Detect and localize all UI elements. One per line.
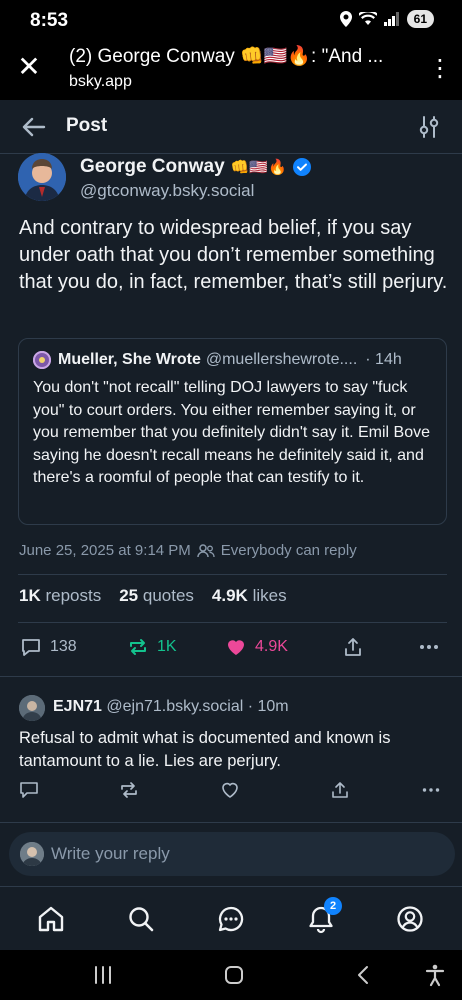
wifi-icon [358, 12, 377, 25]
quote-author-avatar [33, 351, 51, 369]
repost-count: 1K [157, 638, 177, 655]
heart-filled-icon [228, 640, 244, 655]
quote-author-name: Mueller, She Wrote [58, 351, 201, 368]
back-icon[interactable] [351, 962, 377, 988]
likes-stat[interactable]: 4.9K likes [212, 586, 287, 606]
accessibility-icon[interactable] [422, 962, 448, 988]
author-name[interactable]: George Conway [80, 156, 225, 178]
author-emojis: 👊🇺🇸🔥 [230, 159, 287, 176]
post-text: And contrary to widespread belief, if yo… [19, 217, 448, 293]
reply-author-avatar[interactable] [19, 695, 45, 721]
reply-author-name[interactable]: EJN71 [53, 698, 102, 715]
author-avatar[interactable] [18, 153, 66, 201]
profile-icon[interactable] [395, 904, 425, 934]
chat-icon[interactable] [216, 904, 246, 934]
sliders-icon[interactable] [416, 114, 442, 140]
quote-header: Mueller, She Wrote @muellershewrote.... … [33, 351, 435, 369]
quotes-label: quotes [142, 586, 194, 605]
reply-text: Refusal to admit what is documented and … [19, 729, 391, 770]
reply-setting: Everybody can reply [220, 542, 357, 559]
app-header: Post [0, 100, 462, 154]
notifications-tab[interactable]: 2 [306, 897, 342, 934]
people-icon [197, 543, 215, 557]
home-button-icon[interactable] [221, 962, 247, 988]
reply-composer-area [0, 822, 462, 886]
like-button[interactable]: 4.9K [225, 636, 288, 658]
like-count: 4.9K [255, 638, 288, 655]
reposts-count: 1K [19, 586, 41, 605]
divider [18, 574, 447, 575]
location-icon [339, 11, 352, 27]
post-actions: 138 1K 4.9K [0, 626, 462, 670]
share-icon [345, 638, 361, 656]
reply-composer[interactable] [9, 832, 455, 876]
reply-button[interactable]: 138 [20, 636, 77, 658]
divider [18, 622, 447, 623]
likes-count: 4.9K [211, 586, 248, 605]
status-bar: 8:53 61 [0, 0, 462, 40]
reply-author-handle[interactable]: @ejn71.bsky.social [106, 698, 243, 715]
page-title: Post [66, 115, 108, 136]
browser-url[interactable]: bsky.app [69, 73, 132, 91]
more-options-button[interactable] [418, 636, 440, 658]
reply-count: 138 [50, 638, 77, 655]
search-icon[interactable] [126, 904, 156, 934]
author-handle[interactable]: @gtconway.bsky.social [80, 181, 254, 201]
repost-button[interactable]: 1K [127, 636, 177, 658]
browser-page-title: (2) George Conway 👊🇺🇸🔥: "And ... [69, 46, 384, 67]
post-timestamp: June 25, 2025 at 9:14 PM [19, 542, 191, 559]
recent-apps-icon[interactable] [90, 962, 116, 988]
quote-text: You don't "not recall" telling DOJ lawye… [33, 379, 431, 486]
status-time: 8:53 [30, 10, 69, 31]
reposts-stat[interactable]: 1K reposts [19, 586, 101, 606]
system-navigation-bar [0, 950, 462, 1000]
more-horizontal-icon[interactable] [421, 780, 441, 800]
close-icon[interactable]: ✕ [14, 52, 44, 82]
reposts-label: reposts [45, 586, 102, 605]
divider [0, 676, 462, 677]
repost-icon [130, 639, 146, 655]
heart-icon[interactable] [220, 780, 240, 800]
reply-time: · 10m [247, 698, 289, 715]
reply-actions [0, 778, 462, 804]
quotes-stat[interactable]: 25 quotes [119, 586, 194, 606]
more-horizontal-icon [420, 645, 438, 649]
bottom-navigation: 2 [0, 886, 462, 950]
reply-header[interactable]: EJN71 @ejn71.bsky.social · 10m [53, 698, 289, 716]
post-meta: June 25, 2025 at 9:14 PM Everybody can r… [19, 542, 357, 559]
back-arrow-icon[interactable] [20, 114, 48, 140]
likes-label: likes [252, 586, 287, 605]
battery-indicator: 61 [406, 10, 434, 28]
quotes-count: 25 [119, 586, 139, 605]
share-button[interactable] [342, 636, 364, 658]
status-icons: 61 [339, 10, 434, 28]
more-vertical-icon[interactable]: ⋮ [428, 54, 452, 84]
reply-bubble-icon [22, 639, 40, 656]
quote-author-handle: @muellershewrote.... [205, 351, 358, 368]
quoted-post-card[interactable]: Mueller, She Wrote @muellershewrote.... … [18, 338, 447, 525]
quote-time: · 14h [365, 351, 402, 368]
home-icon[interactable] [36, 904, 66, 934]
signal-icon [383, 12, 399, 26]
current-user-avatar [20, 842, 44, 866]
engagement-stats: 1K reposts 25 quotes 4.9K likes [19, 586, 287, 606]
repost-icon[interactable] [119, 780, 139, 800]
share-icon[interactable] [330, 780, 350, 800]
browser-toolbar: ✕ (2) George Conway 👊🇺🇸🔥: "And ... bsky.… [0, 40, 462, 100]
notifications-badge: 2 [324, 897, 342, 915]
verified-badge-icon [292, 158, 311, 176]
reply-bubble-icon[interactable] [19, 780, 39, 800]
author-name-row[interactable]: George Conway 👊🇺🇸🔥 [80, 156, 311, 178]
reply-input[interactable] [51, 832, 441, 876]
